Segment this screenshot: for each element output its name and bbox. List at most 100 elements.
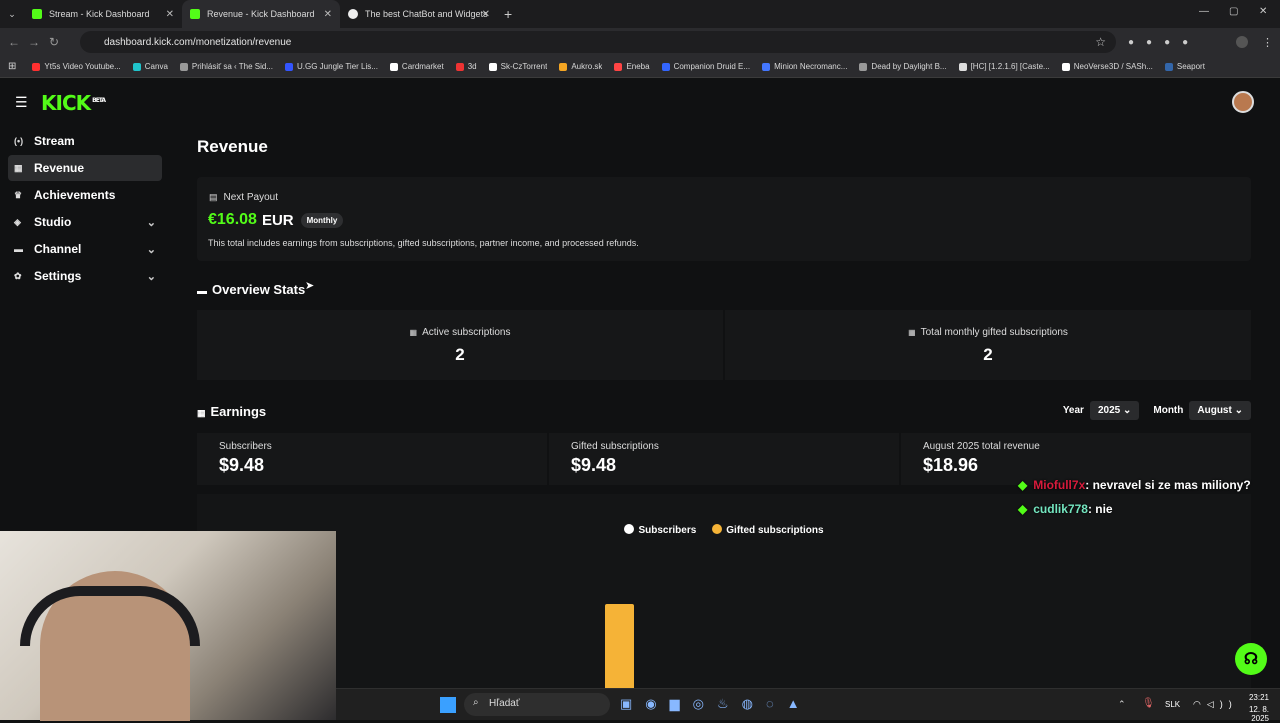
taskbar-search[interactable]: ⌕ Hľadať xyxy=(464,693,610,716)
apps-grid-icon[interactable]: ⊞ xyxy=(8,61,16,72)
bookmark-item[interactable]: Minion Necromanc... xyxy=(762,62,847,71)
bookmark-favicon-icon xyxy=(179,62,188,71)
time: 23:21 xyxy=(1248,693,1269,702)
close-tab-icon[interactable]: ✕ xyxy=(166,9,174,20)
minimize-icon[interactable]: — xyxy=(1199,6,1209,17)
sidebar-item-stream[interactable]: (•) Stream xyxy=(8,128,162,154)
chart-icon: ▦ xyxy=(409,328,418,337)
headset-icon: ☊ xyxy=(1243,651,1259,668)
tab-title: The best ChatBot and Widgets xyxy=(365,9,488,19)
sidebar-item-label: Studio xyxy=(34,215,72,229)
reload-icon[interactable]: ↻ xyxy=(44,35,64,49)
bookmark-item[interactable]: Aukro.sk xyxy=(559,62,602,71)
bookmark-item[interactable]: Companion Druid E... xyxy=(661,62,751,71)
bookmark-label: Companion Druid E... xyxy=(673,62,751,71)
new-tab-icon[interactable]: + xyxy=(504,6,512,22)
card-label: Gifted subscriptions xyxy=(571,441,659,452)
sidebar-item-label: Achievements xyxy=(34,188,116,202)
support-chat-button[interactable]: ☊ xyxy=(1235,643,1267,675)
bookmark-favicon-icon xyxy=(661,62,670,71)
stat-label: Total monthly gifted subscriptions xyxy=(920,327,1068,338)
taskbar-apps[interactable]: ▣◉▆◎♨◍◌▲ xyxy=(620,696,813,712)
bookmark-star-icon[interactable]: ☆ xyxy=(1095,35,1106,49)
back-icon[interactable]: ← xyxy=(4,35,24,49)
bookmark-item[interactable]: [HC] [1.2.1.6] [Caste... xyxy=(958,62,1050,71)
chart-plot xyxy=(605,604,634,720)
bar-gifted-subscriptions[interactable] xyxy=(605,604,634,694)
chat-badge-icon: ◆ xyxy=(1018,502,1028,516)
bookmark-item[interactable]: Cardmarket xyxy=(389,62,444,71)
chat-text: : nevravel si ze mas miliony? xyxy=(1085,478,1251,492)
language-indicator[interactable]: SLK xyxy=(1165,700,1180,709)
bookmark-item[interactable]: Yt5s Video Youtube... xyxy=(32,62,121,71)
sidebar-item-settings[interactable]: ✿ Settings ⌄ xyxy=(8,263,162,289)
mouse-cursor-icon: ➤ xyxy=(305,280,315,292)
tab-chatbot[interactable]: The best ChatBot and Widgets ✕ xyxy=(340,0,498,28)
sidebar-item-achievements[interactable]: ♛ Achievements xyxy=(8,182,162,208)
sidebar-nav: (•) Stream ▦ Revenue ♛ Achievements ◈ Studio ⌄ ▬ C… xyxy=(0,128,170,290)
earnings-title: Earnings xyxy=(210,404,267,419)
bookmark-item[interactable]: Prihlásiť sa ‹ The Sid... xyxy=(179,62,273,71)
next-payout-label-row: ▤ Next Payout xyxy=(209,192,278,203)
close-tab-icon[interactable]: ✕ xyxy=(482,9,490,20)
bookmark-item[interactable]: 3d xyxy=(455,62,477,71)
bookmark-favicon-icon xyxy=(455,62,464,71)
profile-icon[interactable] xyxy=(1236,36,1248,48)
bookmark-label: NeoVerse3D / SASh... xyxy=(1073,62,1153,71)
payout-frequency-badge: Monthly xyxy=(300,212,344,228)
url-field[interactable]: dashboard.kick.com/monetization/revenue ☆ xyxy=(80,31,1116,53)
chevron-down-icon: ⌄ xyxy=(146,216,156,229)
year-value: 2025 xyxy=(1097,405,1121,416)
chat-message: ◆ cudlik778: nie xyxy=(1018,502,1113,516)
trophy-icon: ♛ xyxy=(14,189,23,200)
user-avatar[interactable] xyxy=(1232,91,1254,113)
tray-chevron-icon[interactable]: ⌃ xyxy=(1118,699,1126,710)
earnings-heading: ▦ Earnings xyxy=(197,404,266,419)
stream-icon: (•) xyxy=(14,136,24,146)
bookmark-item[interactable]: NeoVerse3D / SASh... xyxy=(1061,62,1153,71)
year-select[interactable]: 2025 ⌄ xyxy=(1089,401,1140,420)
menu-kebab-icon[interactable]: ⋮ xyxy=(1262,36,1273,49)
windows-start-icon[interactable] xyxy=(440,697,456,713)
bookmark-favicon-icon xyxy=(488,62,497,71)
bookmark-favicon-icon xyxy=(559,62,568,71)
chevron-down-icon: ⌄ xyxy=(146,270,156,283)
kick-logo[interactable]: KICK BETA xyxy=(41,91,106,115)
mic-icon[interactable]: 🎙 xyxy=(1142,698,1155,709)
kick-favicon-icon xyxy=(32,9,42,19)
bookmark-label: Dead by Daylight B... xyxy=(871,62,947,71)
hamburger-menu-icon[interactable]: ☰ xyxy=(15,94,28,111)
bookmark-item[interactable]: Dead by Daylight B... xyxy=(859,62,947,71)
sidebar-item-studio[interactable]: ◈ Studio ⌄ xyxy=(8,209,162,235)
payout-amount: €16.08 xyxy=(208,211,257,228)
browser-tab-bar: ⌄ Stream - Kick Dashboard ✕ Revenue - Kic… xyxy=(0,0,1280,28)
close-tab-icon[interactable]: ✕ xyxy=(324,9,332,20)
forward-icon[interactable]: → xyxy=(24,35,44,49)
tab-search-icon[interactable]: ⌄ xyxy=(0,9,24,20)
sidebar-item-revenue[interactable]: ▦ Revenue xyxy=(8,155,162,181)
bookmark-item[interactable]: Eneba xyxy=(614,62,650,71)
close-window-icon[interactable]: ✕ xyxy=(1259,6,1267,17)
chat-text: : nie xyxy=(1087,502,1113,516)
chevron-down-icon: ⌄ xyxy=(1234,405,1243,416)
bookmark-item[interactable]: Sk-CzTorrent xyxy=(488,62,547,71)
tab-revenue[interactable]: Revenue - Kick Dashboard ✕ xyxy=(182,0,340,28)
restore-icon[interactable]: ▢ xyxy=(1229,6,1238,17)
extensions-icons[interactable]: ●●●● xyxy=(1128,37,1200,48)
bookmark-favicon-icon xyxy=(1164,62,1173,71)
windows-taskbar: ⌕ Hľadať ▣◉▆◎♨◍◌▲ ⌃ 🎙 SLK ◠◁)) 23:21 12. 8… xyxy=(336,688,1280,723)
bookmark-label: U.GG Jungle Tier Lis... xyxy=(297,62,378,71)
bookmark-favicon-icon xyxy=(389,62,398,71)
bookmark-item[interactable]: Canva xyxy=(132,62,168,71)
bookmark-item[interactable]: Seaport xyxy=(1164,62,1205,71)
month-select[interactable]: August ⌄ xyxy=(1189,401,1251,420)
clock[interactable]: 23:21 12. 8. 2025 xyxy=(1229,693,1269,723)
earnings-icon: ▦ xyxy=(197,408,206,418)
sidebar-item-channel[interactable]: ▬ Channel ⌄ xyxy=(8,236,162,262)
bookmark-item[interactable]: U.GG Jungle Tier Lis... xyxy=(285,62,378,71)
stat-value: 2 xyxy=(983,345,993,364)
bookmark-label: Prihlásiť sa ‹ The Sid... xyxy=(191,62,273,71)
overview-icon: ▬ xyxy=(197,286,207,297)
chat-username: cudlik778 xyxy=(1033,502,1088,516)
tab-stream[interactable]: Stream - Kick Dashboard ✕ xyxy=(24,0,182,28)
